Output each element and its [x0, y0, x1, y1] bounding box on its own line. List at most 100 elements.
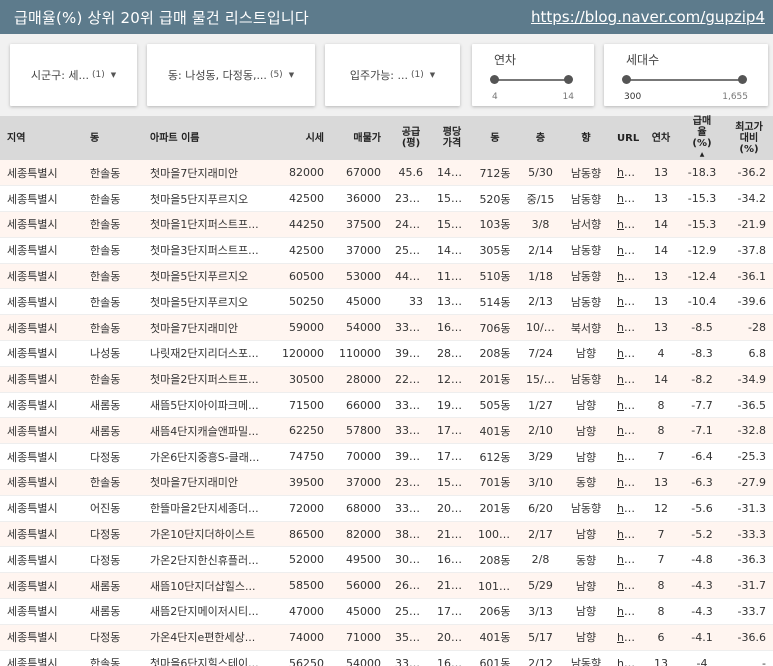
cell-per-pyeong: 2812	[430, 340, 471, 367]
cell-url-link[interactable]: htt...	[610, 314, 642, 342]
column-header-apt[interactable]: 아파트 이름	[143, 116, 273, 160]
cell-dong: 다정동	[83, 521, 143, 548]
ipju-filter-label: 입주가능: ...	[349, 69, 409, 82]
cell-url-link[interactable]: htt...	[610, 237, 642, 264]
table-row[interactable]: 세종특별시 한솔동 첫마을5단지푸르지오 50250 45000 33 1363 514동 2/…	[0, 288, 773, 316]
column-header-bldg[interactable]: 동	[471, 116, 519, 160]
table-row[interactable]: 세종특별시 한솔동 첫마을7단지래미안 82000 67000 45.6 1469 712동 5…	[0, 160, 773, 187]
households-slider-track[interactable]	[622, 75, 747, 84]
cell-per-pyeong: 2030	[430, 495, 471, 522]
cell-url-link[interactable]: htt...	[610, 469, 642, 496]
cell-url-link[interactable]: htt...	[610, 443, 642, 471]
table-row[interactable]: 세종특별시 새롬동 새뜸10단지더샵힐스... 58500 56000 26.38 2122…	[0, 572, 773, 600]
column-header-price[interactable]: 시세	[273, 116, 331, 160]
column-header-area-label: 공급(평)	[401, 127, 421, 149]
cell-url-link[interactable]: htt...	[610, 417, 642, 445]
cell-url-link[interactable]: htt...	[610, 392, 642, 419]
table-row[interactable]: 세종특별시 한솔동 첫마을3단지퍼스트프... 42500 37000 25.17 1470…	[0, 237, 773, 264]
cell-area: 30.46	[388, 546, 430, 574]
cell-peak-ratio: -33.7	[724, 598, 773, 625]
table-row[interactable]: 세종특별시 다정동 가온6단지중흥S-클래... 74750 70000 39.67 176…	[0, 443, 773, 471]
table-row[interactable]: 세종특별시 한솔동 첫마을2단지퍼스트프... 30500 28000 22.46 1246…	[0, 366, 773, 393]
cell-direction: 남향	[562, 340, 610, 367]
table-row[interactable]: 세종특별시 어진동 한뜰마을2단지세종더... 72000 68000 33.49 2030…	[0, 495, 773, 522]
year-slider-min-handle[interactable]	[490, 75, 499, 84]
table-row[interactable]: 세종특별시 새롬동 새뜸4단지캐슬앤파밀... 62250 57800 33.54 1723…	[0, 417, 773, 445]
ipju-filter-dropdown[interactable]: 입주가능: ... (1) ▼	[325, 44, 460, 106]
cell-peak-ratio: -33.3	[724, 521, 773, 548]
cell-url-link[interactable]: htt...	[610, 288, 642, 316]
cell-per-pyeong: 1625	[430, 546, 471, 574]
cell-year: 8	[642, 598, 680, 625]
cell-url-link[interactable]: htt...	[610, 160, 642, 187]
cell-url-link[interactable]: htt...	[610, 263, 642, 290]
households-slider-max-handle[interactable]	[738, 75, 747, 84]
cell-area: 39.67	[388, 443, 430, 471]
column-header-dir[interactable]: 향	[562, 116, 610, 160]
cell-peak-ratio: -28	[724, 314, 773, 342]
column-header-per-pyeong[interactable]: 평당가격	[430, 116, 471, 160]
table-row[interactable]: 세종특별시 한솔동 첫마을1단지퍼스트프... 44250 37500 24.75 1515…	[0, 211, 773, 238]
cell-area: 33.54	[388, 417, 430, 445]
cell-per-pyeong: 2122	[430, 572, 471, 600]
cell-url-link[interactable]: htt...	[610, 624, 642, 651]
table-row[interactable]: 세종특별시 한솔동 첫마을7단지래미안 39500 37000 23.46 1577 701동…	[0, 469, 773, 496]
year-slider-max-handle[interactable]	[564, 75, 573, 84]
column-header-area[interactable]: 공급(평)	[388, 116, 430, 160]
cell-url-link[interactable]: htt...	[610, 598, 642, 625]
cell-price: 52000	[273, 546, 331, 574]
cell-apt-name: 새뜸2단지메이저시티...	[143, 598, 273, 625]
column-header-peak[interactable]: 최고가대비(%)	[724, 116, 773, 160]
cell-price: 62250	[273, 417, 331, 445]
cell-floor: 3/13	[519, 598, 562, 625]
column-header-url[interactable]: URL	[610, 116, 642, 160]
cell-url-link[interactable]: htt...	[610, 340, 642, 367]
cell-url-link[interactable]: htt...	[610, 185, 642, 213]
cell-direction: 남향	[562, 417, 610, 445]
column-header-dong[interactable]: 동	[83, 116, 143, 160]
blog-link[interactable]: https://blog.naver.com/gupzip4	[531, 8, 765, 26]
cell-price: 39500	[273, 469, 331, 496]
table-row[interactable]: 세종특별시 한솔동 첫마을7단지래미안 59000 54000 33.67 1603 706동…	[0, 314, 773, 342]
cell-area: 23.38	[388, 185, 430, 213]
cell-apt-name: 가온2단지한신휴플러...	[143, 546, 273, 574]
column-header-year[interactable]: 연차	[642, 116, 680, 160]
cell-floor: 15/25	[519, 366, 562, 393]
table-row[interactable]: 세종특별시 한솔동 첫마을5단지푸르지오 60500 53000 44.53 1190 510…	[0, 263, 773, 290]
column-header-region[interactable]: 지역	[0, 116, 83, 160]
sigungu-filter-label: 시군구: 세...	[30, 69, 90, 82]
cell-url-link[interactable]: htt...	[610, 521, 642, 548]
column-header-rate[interactable]: 급매율(%) ▲	[680, 116, 724, 160]
table-row[interactable]: 세종특별시 나성동 나릿재2단지리더스포... 120000 110000 39.11 28…	[0, 340, 773, 367]
table-row[interactable]: 세종특별시 한솔동 첫마을5단지푸르지오 42500 36000 23.38 1539 520…	[0, 185, 773, 213]
table-row[interactable]: 세종특별시 다정동 가온10단지더하이스트 86500 82000 38.95 2105 10…	[0, 521, 773, 548]
dong-filter-count: (5)	[269, 70, 283, 80]
year-slider-track[interactable]	[490, 75, 573, 84]
cell-url-link[interactable]: htt...	[610, 572, 642, 600]
column-header-sale[interactable]: 매물가	[331, 116, 388, 160]
cell-year: 13	[642, 185, 680, 213]
households-slider-min-handle[interactable]	[622, 75, 631, 84]
cell-year: 8	[642, 417, 680, 445]
cell-url-link[interactable]: htt...	[610, 546, 642, 574]
cell-url-link[interactable]: htt...	[610, 211, 642, 238]
cell-floor: 6/20	[519, 495, 562, 522]
cell-region: 세종특별시	[0, 469, 83, 496]
cell-year: 13	[642, 288, 680, 316]
table-row[interactable]: 세종특별시 새롬동 새뜸2단지메이저시티... 47000 45000 25.13 1790…	[0, 598, 773, 625]
cell-url-link[interactable]: htt...	[610, 650, 642, 666]
cell-url-link[interactable]: htt...	[610, 495, 642, 522]
dong-filter-dropdown[interactable]: 동: 나성동, 다정동,... (5) ▼	[147, 44, 315, 106]
cell-year: 7	[642, 546, 680, 574]
households-range-slider: 세대수 300 1,655	[604, 44, 768, 106]
table-row[interactable]: 세종특별시 다정동 가온4단지e편한세상... 74000 71000 35.32 2010…	[0, 624, 773, 651]
column-header-floor[interactable]: 층	[519, 116, 562, 160]
table-row[interactable]: 세종특별시 다정동 가온2단지한신휴플러... 52000 49500 30.46 1625…	[0, 546, 773, 574]
cell-sale-price: 36000	[331, 185, 388, 213]
cell-sale-price: 66000	[331, 392, 388, 419]
cell-url-link[interactable]: htt...	[610, 366, 642, 393]
table-row[interactable]: 세종특별시 한솔동 첫마을6단지힐스테이... 56250 54000 33.07 1632…	[0, 650, 773, 666]
cell-peak-ratio: -39.6	[724, 288, 773, 316]
table-row[interactable]: 세종특별시 새롬동 새뜸5단지아이파크메... 71500 66000 33.82 1951…	[0, 392, 773, 419]
sigungu-filter-dropdown[interactable]: 시군구: 세... (1) ▼	[10, 44, 137, 106]
